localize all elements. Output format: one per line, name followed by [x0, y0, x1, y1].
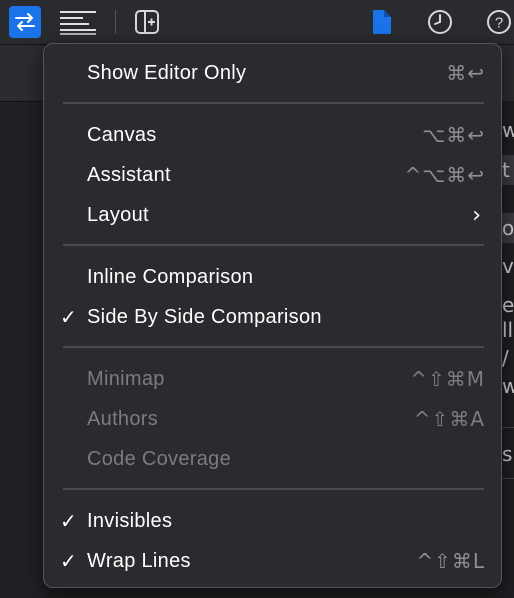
menu-item-label: Show Editor Only: [87, 61, 247, 84]
menu-item-show-editor-only[interactable]: Show Editor Only ⌘↩: [44, 55, 501, 91]
right-edge-text: ll: [502, 318, 514, 342]
menu-item-code-coverage: Code Coverage: [44, 441, 501, 477]
left-pane-header: [0, 45, 44, 102]
menu-item-authors: Authors ^⇧⌘A: [44, 401, 501, 437]
menu-item-label: Authors: [87, 407, 159, 430]
checkmark-icon: ✓: [60, 509, 77, 533]
file-inspector-button[interactable]: [366, 6, 398, 38]
menu-item-minimap: Minimap ^⇧⌘M: [44, 361, 501, 397]
menu-separator: [63, 102, 484, 104]
compare-arrows-icon: [15, 13, 35, 31]
menu-item-wrap-lines[interactable]: ✓ Wrap Lines ^⇧⌘L: [44, 543, 501, 579]
history-inspector-button[interactable]: [424, 6, 456, 38]
menu-item-label: Side By Side Comparison: [87, 305, 322, 328]
menu-item-label: Layout: [87, 203, 149, 226]
document-icon: [373, 10, 391, 34]
menu-item-invisibles[interactable]: ✓ Invisibles: [44, 503, 501, 539]
menu-separator: [63, 488, 484, 490]
right-edge-text: e: [502, 293, 514, 317]
editor-options-menu: Show Editor Only ⌘↩ Canvas ⌥⌘↩ Assistant…: [43, 43, 502, 588]
split-editor-button[interactable]: [131, 6, 163, 38]
menu-item-assistant[interactable]: Assistant ^⌥⌘↩: [44, 157, 501, 193]
menu-item-label: Invisibles: [87, 509, 173, 532]
menu-separator: [63, 346, 484, 348]
menu-item-shortcut: ⌥⌘↩: [422, 123, 485, 147]
right-edge-text: w: [502, 374, 514, 398]
help-button[interactable]: ?: [483, 6, 514, 38]
menu-item-layout[interactable]: Layout ›: [44, 197, 501, 233]
menu-item-label: Minimap: [87, 367, 165, 390]
menu-item-shortcut: ^⇧⌘M: [410, 367, 485, 391]
menu-item-shortcut: ^⇧⌘A: [413, 407, 485, 431]
right-edge-divider: [500, 427, 514, 428]
menu-item-shortcut: ^⇧⌘L: [416, 549, 485, 573]
menu-item-inline-comparison[interactable]: Inline Comparison: [44, 259, 501, 295]
editor-options-button[interactable]: [58, 6, 98, 38]
right-edge-text: t: [502, 158, 510, 182]
menu-item-label: Canvas: [87, 123, 157, 146]
right-pane-header: [500, 45, 514, 101]
svg-text:?: ?: [495, 15, 503, 32]
toolbar-divider: [115, 10, 116, 34]
menu-item-label: Assistant: [87, 163, 171, 186]
menu-item-shortcut: ^⌥⌘↩: [404, 163, 485, 187]
chevron-right-icon: ›: [472, 202, 481, 228]
checkmark-icon: ✓: [60, 305, 77, 329]
right-edge-text: w: [502, 118, 514, 142]
lines-icon: [60, 11, 96, 35]
menu-item-side-by-side-comparison[interactable]: ✓ Side By Side Comparison: [44, 299, 501, 335]
right-edge-text: /: [502, 346, 509, 370]
right-edge-text: s: [502, 442, 513, 466]
menu-item-label: Code Coverage: [87, 447, 231, 470]
menu-separator: [63, 244, 484, 246]
xcode-window: ? w t o v e ll / w s Show Editor Only ⌘↩…: [0, 0, 514, 598]
help-icon: ?: [487, 10, 511, 34]
menu-item-canvas[interactable]: Canvas ⌥⌘↩: [44, 117, 501, 153]
menu-item-label: Wrap Lines: [87, 549, 191, 572]
checkmark-icon: ✓: [60, 549, 77, 573]
compare-toggle-button[interactable]: [9, 6, 41, 38]
editor-toolbar: ?: [0, 0, 514, 45]
right-edge-divider: [500, 478, 514, 479]
split-editor-icon: [135, 10, 159, 34]
right-edge-text: o: [502, 216, 514, 240]
right-edge-text: v: [502, 254, 514, 278]
menu-item-shortcut: ⌘↩: [446, 61, 485, 85]
history-icon: [428, 10, 452, 34]
left-editor-pane: [0, 45, 44, 598]
menu-item-label: Inline Comparison: [87, 265, 254, 288]
